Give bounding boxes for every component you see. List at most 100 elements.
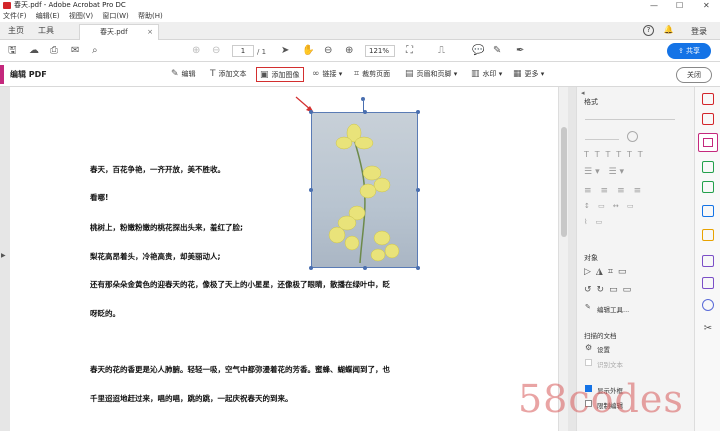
doc-line-7[interactable]: 春天的花的香更是沁人肺腑。轻轻一吸，空气中都弥漫着花的芳香。蜜蜂、蝴蝶闻到了，也 [90, 364, 390, 375]
add-text-label: 添加文本 [218, 70, 247, 78]
menu-edit[interactable]: 编辑(E) [36, 12, 60, 20]
fill-sign-icon[interactable] [702, 255, 714, 267]
crop-page-label: 裁剪页面 [362, 70, 391, 78]
resize-handle-e[interactable] [416, 188, 420, 192]
combine-files-icon[interactable] [702, 161, 714, 173]
doc-line-4[interactable]: 梨花高昂着头，冷艳高贵，却美丽动人; [90, 251, 221, 262]
object-tools-row-1[interactable]: ▷◮⌗▭ [584, 267, 631, 277]
read-mode-icon[interactable]: ⎍ [438, 45, 445, 57]
zoom-level-select[interactable]: 121% [365, 45, 395, 57]
resize-handle-nw[interactable] [309, 110, 313, 114]
doc-line-8[interactable]: 千里迢迢地赶过来，唱的唱，跳的跳，一起庆祝春天的到来。 [90, 393, 293, 404]
edit-icon: ✎ [171, 69, 179, 79]
alignment-row[interactable]: ≡≡≡≡ [584, 186, 650, 196]
edit-pdf-icon[interactable] [698, 133, 718, 152]
more-button[interactable]: ▦ 更多 ▾ [513, 67, 544, 82]
link-icon: ∞ [312, 69, 320, 79]
prev-page-icon[interactable]: ⊕ [192, 45, 200, 57]
export-icon[interactable] [702, 205, 714, 217]
list-style-row[interactable]: ☰▾ ☰▾ [584, 167, 627, 177]
menu-help[interactable]: 帮助(H) [138, 12, 163, 20]
minimize-button[interactable]: — [650, 0, 658, 11]
scale-row[interactable]: ⌇ ▭ [584, 218, 605, 226]
resize-handle-s[interactable] [363, 266, 367, 270]
sign-icon[interactable]: ✒ [516, 45, 524, 57]
font-select[interactable] [585, 111, 675, 120]
crop-icon: ⌗ [354, 69, 360, 79]
share-button[interactable]: ⇪ 共享 [667, 43, 711, 59]
settings-link[interactable]: 设置 [597, 344, 610, 354]
page-number-input[interactable]: 1 [232, 45, 254, 57]
text-color-icon[interactable] [627, 131, 638, 142]
protect-icon[interactable] [702, 299, 714, 311]
search-icon[interactable]: ⌕ [92, 45, 98, 57]
close-edit-button[interactable]: 关闭 [676, 67, 712, 83]
header-footer-icon: ▤ [405, 69, 414, 79]
help-icon[interactable]: ? [643, 25, 654, 36]
close-tab-icon[interactable]: × [147, 25, 153, 39]
add-text-button[interactable]: T 添加文本 [210, 67, 247, 82]
organize-pages-icon[interactable] [702, 181, 714, 193]
font-size-select[interactable] [585, 131, 619, 140]
comment-tool-icon[interactable] [702, 229, 714, 241]
doc-line-3[interactable]: 桃树上，粉嫩粉嫩的桃花探出头来，羞红了脸; [90, 222, 243, 233]
tab-tools[interactable]: 工具 [38, 22, 54, 40]
zoom-in-icon[interactable]: ⊕ [345, 45, 353, 57]
format-heading: 格式 [584, 98, 598, 106]
resize-handle-n[interactable] [363, 110, 367, 114]
export-pdf-icon[interactable] [702, 113, 714, 125]
print-icon[interactable]: ⎙ [50, 45, 58, 57]
login-link[interactable]: 登录 [691, 26, 707, 37]
watermark-button[interactable]: ▥ 水印 ▾ [471, 67, 502, 82]
edit-tool-button[interactable]: 编辑工具... [597, 304, 629, 314]
mail-icon[interactable]: ✉ [71, 45, 79, 57]
header-footer-button[interactable]: ▤ 页眉和页脚 ▾ [405, 67, 457, 82]
menu-view[interactable]: 视图(V) [69, 12, 93, 20]
save-icon[interactable]: 🖫 [8, 45, 17, 57]
watermark-text: 58codes [518, 377, 684, 421]
doc-line-2[interactable]: 看哪! [90, 192, 108, 203]
object-tools-row-2[interactable]: ↺↻▭▭ [584, 285, 636, 295]
menu-window[interactable]: 窗口(W) [102, 12, 128, 20]
resize-handle-ne[interactable] [416, 110, 420, 114]
window-title: 春天.pdf - Adobe Acrobat Pro DC [14, 1, 126, 9]
doc-line-6[interactable]: 呀眨的。 [90, 308, 120, 319]
tools-more-icon[interactable]: ✂ [702, 323, 714, 335]
zoom-out-icon[interactable]: ⊖ [324, 45, 332, 57]
text-style-row[interactable]: TTTTTT [584, 150, 649, 159]
spacing-row[interactable]: ↕ ▭ ↔ ▭ [584, 202, 637, 210]
left-panel-toggle-icon[interactable]: ▶ [1, 252, 6, 259]
link-button[interactable]: ∞ 链接 ▾ [312, 67, 342, 82]
inserted-flower-image[interactable] [311, 112, 418, 268]
edit-button[interactable]: ✎ 编辑 [171, 67, 196, 82]
doc-line-1[interactable]: 春天，百花争艳，一齐开放，美不胜收。 [90, 164, 225, 175]
maximize-button[interactable]: ☐ [676, 0, 683, 11]
add-image-label: 添加图像 [271, 71, 300, 79]
document-area: 春天，百花争艳，一齐开放，美不胜收。 看哪! 桃树上，粉嫩粉嫩的桃花探出头来，羞… [0, 87, 568, 431]
scrollbar-thumb[interactable] [561, 127, 567, 237]
resize-handle-w[interactable] [309, 188, 313, 192]
hand-tool-icon[interactable]: ✋ [302, 45, 314, 57]
resize-handle-se[interactable] [416, 266, 420, 270]
cloud-upload-icon[interactable]: ☁ [29, 45, 39, 57]
add-image-button[interactable]: ▣ 添加图像 [256, 67, 304, 82]
menu-file[interactable]: 文件(F) [3, 12, 27, 20]
bell-icon[interactable]: 🔔 [663, 25, 674, 36]
tab-document[interactable]: 春天.pdf × [79, 24, 159, 40]
crop-page-button[interactable]: ⌗ 裁剪页面 [354, 67, 390, 82]
resize-handle-sw[interactable] [309, 266, 313, 270]
select-cursor-icon[interactable]: ➤ [281, 45, 289, 57]
comment-icon[interactable]: 💬 [472, 45, 484, 57]
doc-line-5[interactable]: 还有那朵朵金黄色的迎春天的花，像极了天上的小星星，还像极了眼睛，散播在绿叶中，眨 [90, 279, 390, 290]
recognize-text-checkbox[interactable] [585, 359, 592, 366]
send-for-signature-icon[interactable] [702, 277, 714, 289]
highlight-pen-icon[interactable]: ✎ [493, 45, 501, 57]
fit-page-icon[interactable]: ⛶ [406, 45, 413, 57]
next-page-icon[interactable]: ⊖ [212, 45, 220, 57]
collapse-panel-icon[interactable]: ◂ [581, 89, 585, 97]
tab-home[interactable]: 主页 [8, 22, 24, 40]
add-image-icon: ▣ [260, 70, 269, 80]
pdf-page[interactable]: 春天，百花争艳，一齐开放，美不胜收。 看哪! 桃树上，粉嫩粉嫩的桃花探出头来，羞… [10, 87, 558, 431]
close-window-button[interactable]: ✕ [703, 0, 710, 11]
create-pdf-icon[interactable] [702, 93, 714, 105]
